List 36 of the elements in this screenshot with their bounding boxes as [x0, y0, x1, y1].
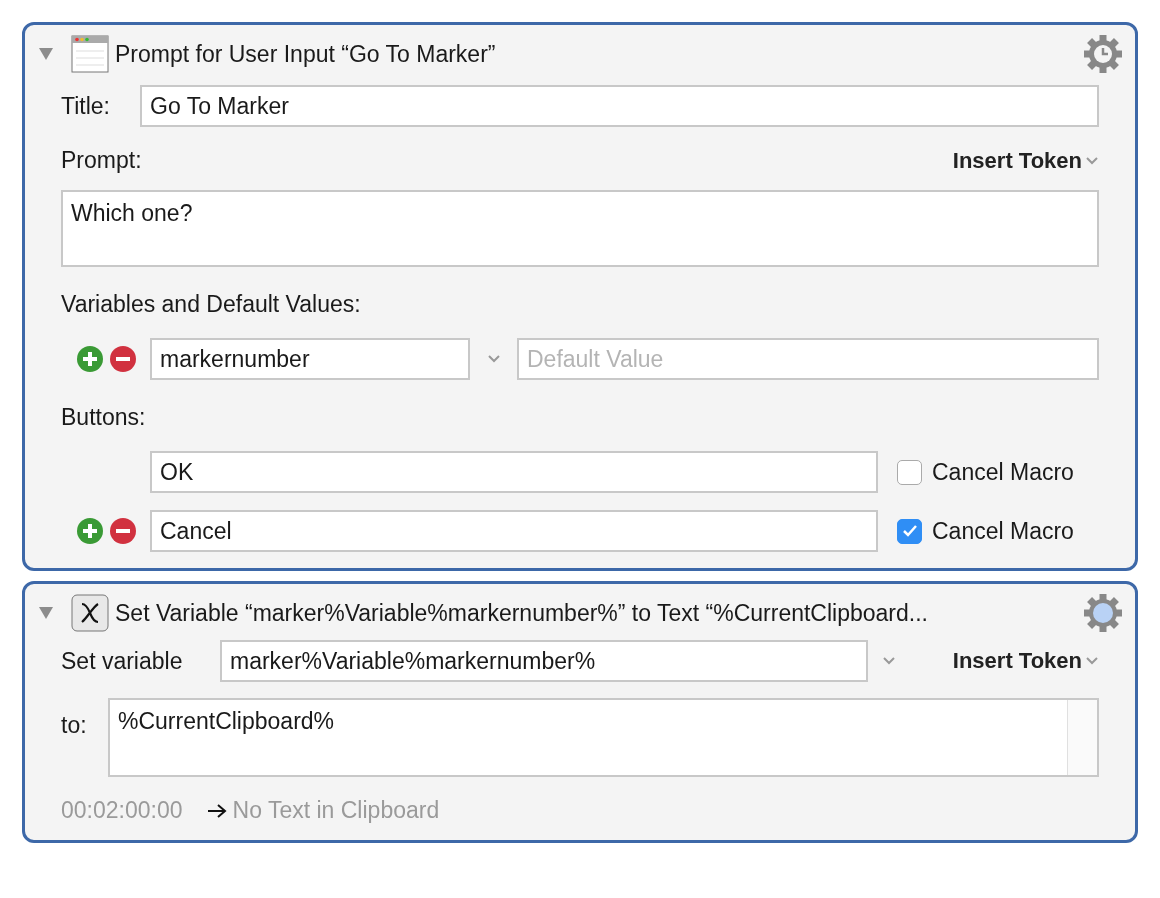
insert-token-menu[interactable]: Insert Token [952, 648, 1099, 674]
chevron-icon[interactable] [882, 656, 896, 666]
checkmark-icon [901, 524, 918, 538]
chevron-icon[interactable] [1085, 656, 1099, 666]
button-name-field[interactable]: Cancel [150, 510, 878, 552]
timestamp: 00:02:00:00 [61, 797, 183, 824]
cancel-macro-checkbox[interactable]: Cancel Macro [897, 517, 1074, 545]
window-icon [71, 35, 109, 73]
variable-icon [71, 594, 109, 632]
section-label: Buttons: [61, 404, 146, 431]
action-title: Prompt for User Input “Go To Marker” [115, 40, 497, 68]
remove-icon[interactable] [109, 517, 137, 545]
action-title: Set Variable “marker%Variable%markernumber%” to Text “%CurrentClipboard... [115, 599, 929, 627]
section-label: Variables and Default Values: [61, 291, 361, 318]
result-text: No Text in Clipboard [232, 797, 440, 824]
add-icon[interactable] [76, 345, 104, 373]
add-icon[interactable] [76, 517, 104, 545]
text-field[interactable]: %CurrentClipboard% [108, 698, 1099, 777]
title-field[interactable]: Go To Marker [140, 85, 1099, 127]
field-label: Title: [61, 92, 111, 120]
field-text: %CurrentClipboard% [118, 708, 336, 735]
field-label: Set variable [61, 647, 184, 675]
variable-field[interactable]: marker%Variable%markernumber% [220, 640, 868, 682]
gear-clock-icon[interactable] [1083, 34, 1123, 74]
remove-icon[interactable] [109, 345, 137, 373]
chevron-icon[interactable] [1085, 155, 1099, 166]
field-label: to: [61, 712, 88, 739]
field-label: Prompt: [61, 147, 142, 174]
gear-icon[interactable] [1083, 593, 1123, 633]
insert-token-menu[interactable]: Insert Token [952, 147, 1099, 174]
cancel-macro-checkbox[interactable]: Cancel Macro [897, 458, 1074, 486]
prompt-field[interactable]: Which one? [61, 190, 1099, 267]
arrow-icon [206, 803, 227, 818]
button-name-field[interactable]: OK [150, 451, 878, 493]
variable-field[interactable]: markernumber [150, 338, 470, 380]
chevron-icon[interactable] [486, 354, 501, 364]
